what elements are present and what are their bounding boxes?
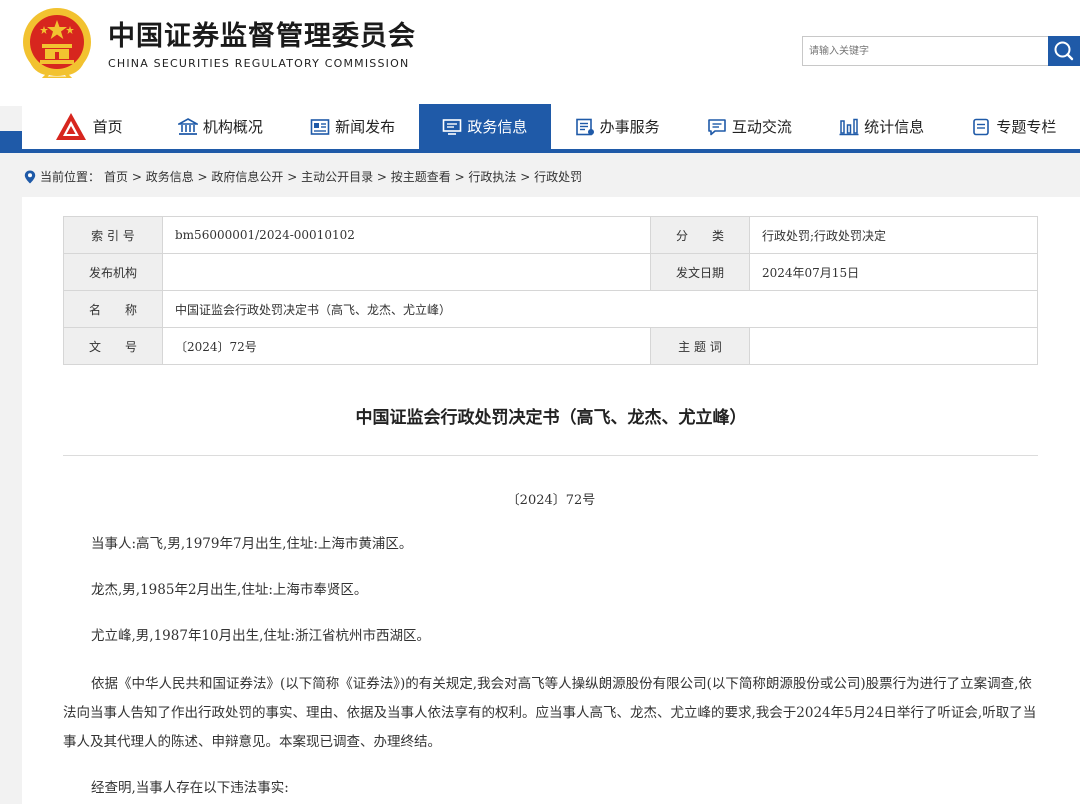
document-icon	[973, 118, 990, 135]
content-panel: 索 引 号 bm56000001/2024-00010102 分 类 行政处罚;…	[22, 197, 1080, 804]
nav-label: 政务信息	[467, 118, 528, 136]
service-icon	[575, 118, 594, 135]
chat-icon	[708, 118, 726, 135]
building-icon	[177, 117, 198, 135]
date-label: 发文日期	[650, 253, 750, 291]
paragraph: 尤立峰,男,1987年10月出生,住址:浙江省杭州市西湖区。	[91, 628, 430, 644]
table-row: 文 号 〔2024〕72号 主 题 词	[63, 327, 1038, 365]
national-emblem-icon	[23, 8, 91, 78]
document-number: 〔2024〕72号	[506, 493, 596, 508]
keywords-value	[749, 327, 1038, 365]
breadcrumb-prefix: 当前位置：	[40, 170, 101, 184]
search-box	[802, 36, 1048, 66]
nav-item-interaction[interactable]: 互动交流	[683, 104, 815, 149]
search-icon	[1054, 41, 1074, 61]
index-value: bm56000001/2024-00010102	[162, 216, 651, 254]
nav-item-special-topics[interactable]: 专题专栏	[948, 104, 1080, 149]
nav-item-news[interactable]: 新闻发布	[287, 104, 419, 149]
breadcrumb: 当前位置： 首页 > 政务信息 > 政府信息公开 > 主动公开目录 > 按主题查…	[24, 168, 582, 185]
nav-item-institution[interactable]: 机构概况	[154, 104, 286, 149]
name-value: 中国证监会行政处罚决定书（高飞、龙杰、尤立峰）	[162, 290, 1038, 328]
search-input[interactable]	[803, 37, 1045, 65]
paragraph: 龙杰,男,1985年2月出生,住址:上海市奉贤区。	[91, 582, 368, 598]
table-row: 发布机构 发文日期 2024年07月15日	[63, 253, 1038, 291]
location-pin-icon	[24, 170, 36, 183]
document-title: 中国证监会行政处罚决定书（高飞、龙杰、尤立峰）	[355, 408, 747, 428]
nav-item-government-info[interactable]: 政务信息	[418, 104, 551, 149]
org-english-name: CHINA SECURITIES REGULATORY COMMISSION	[108, 57, 410, 70]
date-value: 2024年07月15日	[749, 253, 1038, 291]
metadata-table: 索 引 号 bm56000001/2024-00010102 分 类 行政处罚;…	[63, 216, 1038, 365]
divider	[63, 455, 1038, 456]
nav-label: 专题专栏	[996, 118, 1057, 136]
nav-label: 机构概况	[202, 118, 263, 136]
main-nav: 首页 机构概况 新闻发布 政务信息 办事服务 互动交流 统计信息 专题专栏	[22, 104, 1080, 152]
nav-item-statistics[interactable]: 统计信息	[816, 104, 948, 149]
nav-label: 统计信息	[864, 118, 925, 136]
docno-value: 〔2024〕72号	[162, 327, 651, 365]
table-row: 索 引 号 bm56000001/2024-00010102 分 类 行政处罚;…	[63, 216, 1038, 254]
nav-label: 互动交流	[731, 118, 792, 136]
bar-chart-icon	[839, 118, 859, 135]
site-header: 中国证券监督管理委员会 CHINA SECURITIES REGULATORY …	[0, 0, 1080, 106]
nav-label: 新闻发布	[335, 118, 396, 136]
nav-item-home[interactable]: 首页	[22, 104, 154, 149]
docno-label: 文 号	[63, 327, 163, 365]
name-label: 名 称	[63, 290, 163, 328]
index-label: 索 引 号	[63, 216, 163, 254]
publisher-value	[162, 253, 651, 291]
paragraph: 依据《中华人民共和国证券法》(以下简称《证券法》)的有关规定,我会对高飞等人操纵…	[63, 676, 1037, 750]
news-icon	[310, 118, 330, 135]
breadcrumb-path[interactable]: 首页 > 政务信息 > 政府信息公开 > 主动公开目录 > 按主题查看 > 行政…	[104, 168, 582, 185]
screen-info-icon	[443, 118, 462, 135]
paragraph: 经查明,当事人存在以下违法事实:	[91, 780, 289, 796]
paragraph: 当事人:高飞,男,1979年7月出生,住址:上海市黄浦区。	[91, 536, 413, 552]
org-name: 中国证券监督管理委员会	[108, 21, 416, 52]
keywords-label: 主 题 词	[650, 327, 750, 365]
search-button[interactable]	[1048, 36, 1080, 66]
home-logo-icon	[55, 112, 86, 140]
nav-item-services[interactable]: 办事服务	[551, 104, 683, 149]
publisher-label: 发布机构	[63, 253, 163, 291]
category-label: 分 类	[650, 216, 750, 254]
table-row: 名 称 中国证监会行政处罚决定书（高飞、龙杰、尤立峰）	[63, 290, 1038, 328]
nav-label: 首页	[92, 118, 123, 136]
category-value: 行政处罚;行政处罚决定	[749, 216, 1038, 254]
nav-label: 办事服务	[599, 118, 660, 136]
